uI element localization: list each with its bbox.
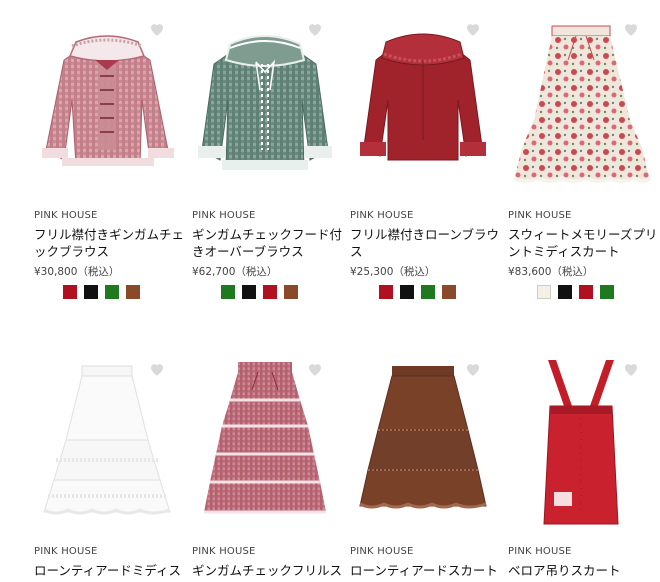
swatch-green[interactable] bbox=[421, 285, 435, 299]
product-price: ¥25,300（税込） bbox=[350, 266, 436, 278]
product-title[interactable]: ベロア吊りスカート bbox=[508, 562, 660, 579]
swatch-ivory[interactable] bbox=[537, 285, 551, 299]
color-swatches bbox=[221, 285, 298, 299]
product-title[interactable]: ギンガムチェックフリルス bbox=[192, 562, 344, 579]
product-image[interactable] bbox=[190, 20, 340, 200]
product-price: ¥83,600（税込） bbox=[508, 266, 594, 278]
swatch-black[interactable] bbox=[84, 285, 98, 299]
swatch-green[interactable] bbox=[105, 285, 119, 299]
swatch-black[interactable] bbox=[242, 285, 256, 299]
color-swatches bbox=[379, 285, 456, 299]
product-title[interactable]: フリル襟付きギンガムチェックブラウス bbox=[34, 226, 186, 260]
product-brand: PINK HOUSE bbox=[350, 210, 414, 221]
product-price: ¥62,700（税込） bbox=[192, 266, 278, 278]
swatch-green[interactable] bbox=[221, 285, 235, 299]
product-image[interactable] bbox=[506, 360, 656, 540]
product-brand: PINK HOUSE bbox=[34, 546, 98, 557]
color-swatches bbox=[63, 285, 140, 299]
heart-icon[interactable] bbox=[464, 20, 482, 38]
product-image[interactable] bbox=[348, 20, 498, 200]
product-title[interactable]: フリル襟付きローンブラウス bbox=[350, 226, 502, 260]
product-brand: PINK HOUSE bbox=[192, 546, 256, 557]
swatch-red[interactable] bbox=[379, 285, 393, 299]
product-grid: PINK HOUSE フリル襟付きギンガムチェックブラウス ¥30,800（税込… bbox=[0, 0, 660, 582]
heart-icon[interactable] bbox=[306, 20, 324, 38]
product-brand: PINK HOUSE bbox=[508, 210, 572, 221]
heart-icon[interactable] bbox=[622, 360, 640, 378]
product-title[interactable]: ローンティアードミディス bbox=[34, 562, 186, 579]
swatch-red[interactable] bbox=[579, 285, 593, 299]
swatch-green[interactable] bbox=[600, 285, 614, 299]
swatch-black[interactable] bbox=[558, 285, 572, 299]
product-image[interactable] bbox=[190, 360, 340, 540]
swatch-brown[interactable] bbox=[126, 285, 140, 299]
heart-icon[interactable] bbox=[148, 20, 166, 38]
heart-icon[interactable] bbox=[306, 360, 324, 378]
product-brand: PINK HOUSE bbox=[34, 210, 98, 221]
product-price: ¥30,800（税込） bbox=[34, 266, 120, 278]
heart-icon[interactable] bbox=[464, 360, 482, 378]
product-brand: PINK HOUSE bbox=[192, 210, 256, 221]
heart-icon[interactable] bbox=[148, 360, 166, 378]
swatch-brown[interactable] bbox=[284, 285, 298, 299]
product-image[interactable] bbox=[32, 360, 182, 540]
color-swatches bbox=[537, 285, 614, 299]
product-image[interactable] bbox=[32, 20, 182, 200]
swatch-red[interactable] bbox=[63, 285, 77, 299]
product-brand: PINK HOUSE bbox=[350, 546, 414, 557]
heart-icon[interactable] bbox=[622, 20, 640, 38]
product-title[interactable]: スウィートメモリーズプリントミディスカート bbox=[508, 226, 660, 260]
swatch-black[interactable] bbox=[400, 285, 414, 299]
product-image[interactable] bbox=[348, 360, 498, 540]
product-title[interactable]: ギンガムチェックフード付きオーバーブラウス bbox=[192, 226, 344, 260]
product-brand: PINK HOUSE bbox=[508, 546, 572, 557]
swatch-brown[interactable] bbox=[442, 285, 456, 299]
swatch-red[interactable] bbox=[263, 285, 277, 299]
product-image[interactable] bbox=[506, 20, 656, 200]
product-title[interactable]: ローンティアードスカート bbox=[350, 562, 502, 579]
